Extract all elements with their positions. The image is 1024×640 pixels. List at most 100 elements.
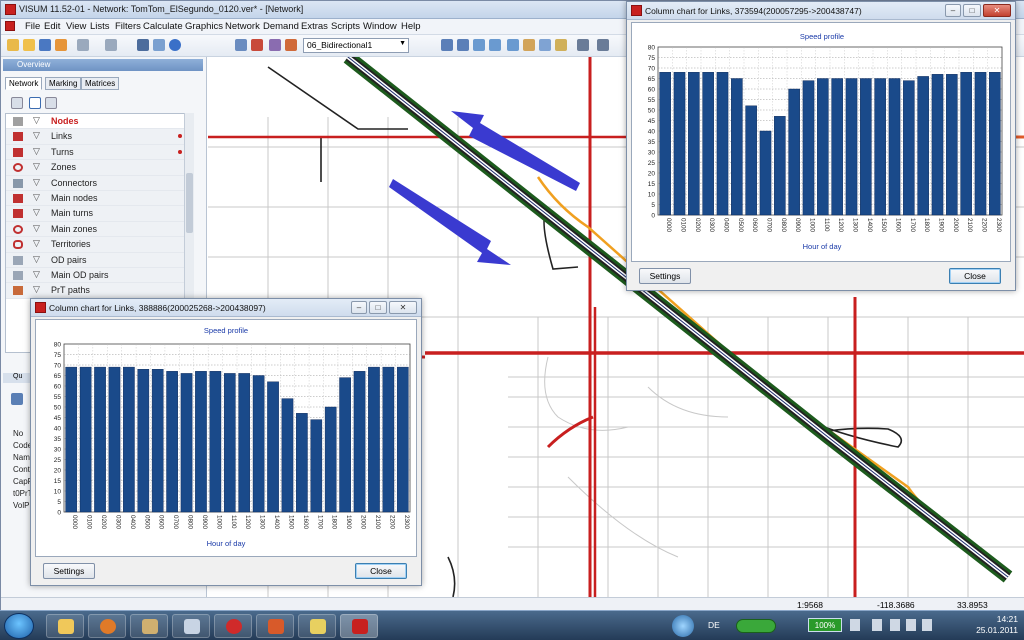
status-pill-icon[interactable] [736, 619, 776, 633]
minimize-button[interactable]: – [945, 4, 961, 17]
filter-icon[interactable]: ▽ [33, 192, 40, 203]
menu-file[interactable]: File [25, 21, 40, 32]
overview-item-links[interactable]: ▽ Links [6, 129, 184, 145]
new-file-icon[interactable] [7, 39, 19, 51]
pan-right-icon[interactable] [489, 39, 501, 51]
system-clock[interactable]: 14:21 25.01.2011 [976, 614, 1018, 636]
undo-icon[interactable] [77, 39, 89, 51]
filter-icon[interactable]: ▽ [33, 207, 40, 218]
filter-icon[interactable]: ▽ [33, 254, 40, 265]
overview-item-main-turns[interactable]: ▽ Main turns [6, 206, 184, 222]
wifi-icon[interactable] [906, 619, 916, 631]
overview-item-connectors[interactable]: ▽ Connectors [6, 175, 184, 191]
taskbar-folder[interactable] [298, 614, 336, 638]
close-button[interactable]: Close [949, 268, 1001, 284]
rect-select-icon[interactable] [45, 97, 57, 109]
print-icon[interactable] [153, 39, 165, 51]
maximize-button[interactable]: □ [963, 4, 981, 17]
maximize-button[interactable]: □ [369, 301, 387, 314]
settings-button[interactable]: Settings [639, 268, 691, 284]
tab-matrices[interactable]: Matrices [81, 77, 120, 90]
print-preview-icon[interactable] [577, 39, 589, 51]
overview-item-territories[interactable]: ▽ Territories [6, 237, 184, 253]
tab-network[interactable]: Network [5, 77, 43, 90]
hand-icon[interactable] [523, 39, 535, 51]
taskbar-files[interactable] [172, 614, 210, 638]
tray-icon[interactable] [850, 619, 860, 631]
taskbar-presentation[interactable] [256, 614, 294, 638]
zoom-in-icon[interactable] [441, 39, 453, 51]
menu-extras[interactable]: Extras [301, 21, 328, 32]
taskbar-visum[interactable] [340, 614, 378, 638]
menu-calculate[interactable]: Calculate [143, 21, 183, 32]
overview-item-zones[interactable]: ▽ Zones [6, 160, 184, 176]
quick-view-icon[interactable] [11, 393, 23, 405]
open-folder-icon[interactable] [23, 39, 35, 51]
filter-icon[interactable]: ▽ [33, 238, 40, 249]
info-icon[interactable] [169, 39, 181, 51]
pan-left-icon[interactable] [473, 39, 485, 51]
menu-edit[interactable]: Edit [44, 21, 60, 32]
flag-icon[interactable] [890, 619, 900, 631]
taskbar-explorer[interactable] [46, 614, 84, 638]
view-icon[interactable] [539, 39, 551, 51]
menu-help[interactable]: Help [401, 21, 421, 32]
menu-view[interactable]: View [66, 21, 86, 32]
select-tool-icon[interactable] [29, 97, 41, 109]
filter-icon[interactable]: ▽ [33, 115, 40, 126]
settings-button[interactable]: Settings [43, 563, 95, 579]
menu-window[interactable]: Window [363, 21, 397, 32]
overview-item-turns[interactable]: ▽ Turns [6, 144, 184, 161]
settings-file-icon[interactable] [55, 39, 67, 51]
minimize-button[interactable]: – [351, 301, 367, 314]
menu-network[interactable]: Network [225, 21, 260, 32]
volume-icon[interactable] [922, 619, 932, 631]
zoom-extent-icon[interactable] [507, 39, 519, 51]
network-globe-icon[interactable] [672, 615, 694, 637]
filter-icon[interactable] [269, 39, 281, 51]
edit-icon[interactable] [555, 39, 567, 51]
battery-indicator[interactable]: 100% [808, 618, 842, 632]
close-window-button[interactable]: ✕ [983, 4, 1011, 17]
overview-item-nodes[interactable]: ▽ Nodes [6, 114, 184, 130]
move-tool-icon[interactable] [11, 97, 23, 109]
filter-icon[interactable]: ▽ [33, 146, 40, 157]
filter-icon[interactable]: ▽ [33, 177, 40, 188]
taskbar-record[interactable] [214, 614, 252, 638]
overview-item-od-pairs[interactable]: ▽ OD pairs [6, 252, 184, 268]
filter-icon[interactable]: ▽ [33, 161, 40, 172]
overview-item-main-zones[interactable]: ▽ Main zones [6, 221, 184, 238]
overview-item-prt-paths[interactable]: ▽ PrT paths [6, 283, 184, 299]
scroll-thumb[interactable] [186, 173, 193, 233]
find-icon[interactable] [137, 39, 149, 51]
close-button[interactable]: Close [355, 563, 407, 579]
graphic-params-combo[interactable]: 06_Bidirectional1 ▼ [303, 38, 409, 53]
close-window-button[interactable]: ✕ [389, 301, 417, 314]
filter-icon[interactable]: ▽ [33, 130, 40, 141]
legend-icon[interactable] [285, 39, 297, 51]
menu-filters[interactable]: Filters [115, 21, 141, 32]
chart-window-2-titlebar[interactable]: Column chart for Links, 373594(200057295… [627, 2, 1015, 20]
filter-icon[interactable]: ▽ [33, 284, 40, 295]
zoom-out-icon[interactable] [457, 39, 469, 51]
menu-graphics[interactable]: Graphics [185, 21, 223, 32]
document-icon[interactable] [5, 21, 15, 31]
tab-marking[interactable]: Marking [45, 77, 82, 90]
taskbar-notes[interactable] [130, 614, 168, 638]
windows-icon[interactable] [597, 39, 609, 51]
overview-item-main-od-pairs[interactable]: ▽ Main OD pairs [6, 268, 184, 284]
overview-item-main-nodes[interactable]: ▽ Main nodes [6, 191, 184, 207]
start-button[interactable] [4, 613, 34, 639]
chart-window-1-titlebar[interactable]: Column chart for Links, 388886(200025268… [31, 299, 421, 317]
menu-scripts[interactable]: Scripts [331, 21, 360, 32]
menu-demand[interactable]: Demand [263, 21, 299, 32]
list-icon[interactable] [235, 39, 247, 51]
input-language[interactable]: DE [708, 620, 720, 630]
save-icon[interactable] [39, 39, 51, 51]
filter-icon[interactable]: ▽ [33, 269, 40, 280]
taskbar-firefox[interactable] [88, 614, 126, 638]
menu-lists[interactable]: Lists [90, 21, 110, 32]
filter-icon[interactable]: ▽ [33, 223, 40, 234]
redo-icon[interactable] [105, 39, 117, 51]
tray-icon[interactable] [872, 619, 882, 631]
